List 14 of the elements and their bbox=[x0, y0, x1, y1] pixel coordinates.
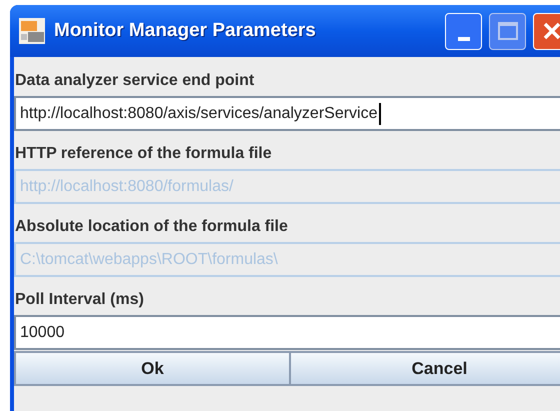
dialog-button[interactable]: Cancel bbox=[291, 351, 560, 386]
field-label: Poll Interval (ms) bbox=[14, 290, 145, 310]
app-icon bbox=[18, 17, 46, 45]
dialog-button[interactable]: Ok bbox=[14, 351, 291, 386]
text-field[interactable]: 10000 bbox=[14, 315, 560, 350]
text-field[interactable]: http://localhost:8080/axis/services/analyzerService bbox=[14, 96, 560, 131]
minimize-button[interactable] bbox=[445, 12, 482, 50]
field-label: Absolute location of the formula file bbox=[14, 217, 289, 237]
close-button[interactable] bbox=[533, 12, 560, 50]
window-title: Monitor Manager Parameters bbox=[54, 18, 316, 43]
field-label: Data analyzer service end point bbox=[14, 71, 256, 91]
maximize-button[interactable] bbox=[489, 12, 526, 50]
close-icon bbox=[542, 21, 560, 41]
field-label: HTTP reference of the formula file bbox=[14, 144, 273, 164]
